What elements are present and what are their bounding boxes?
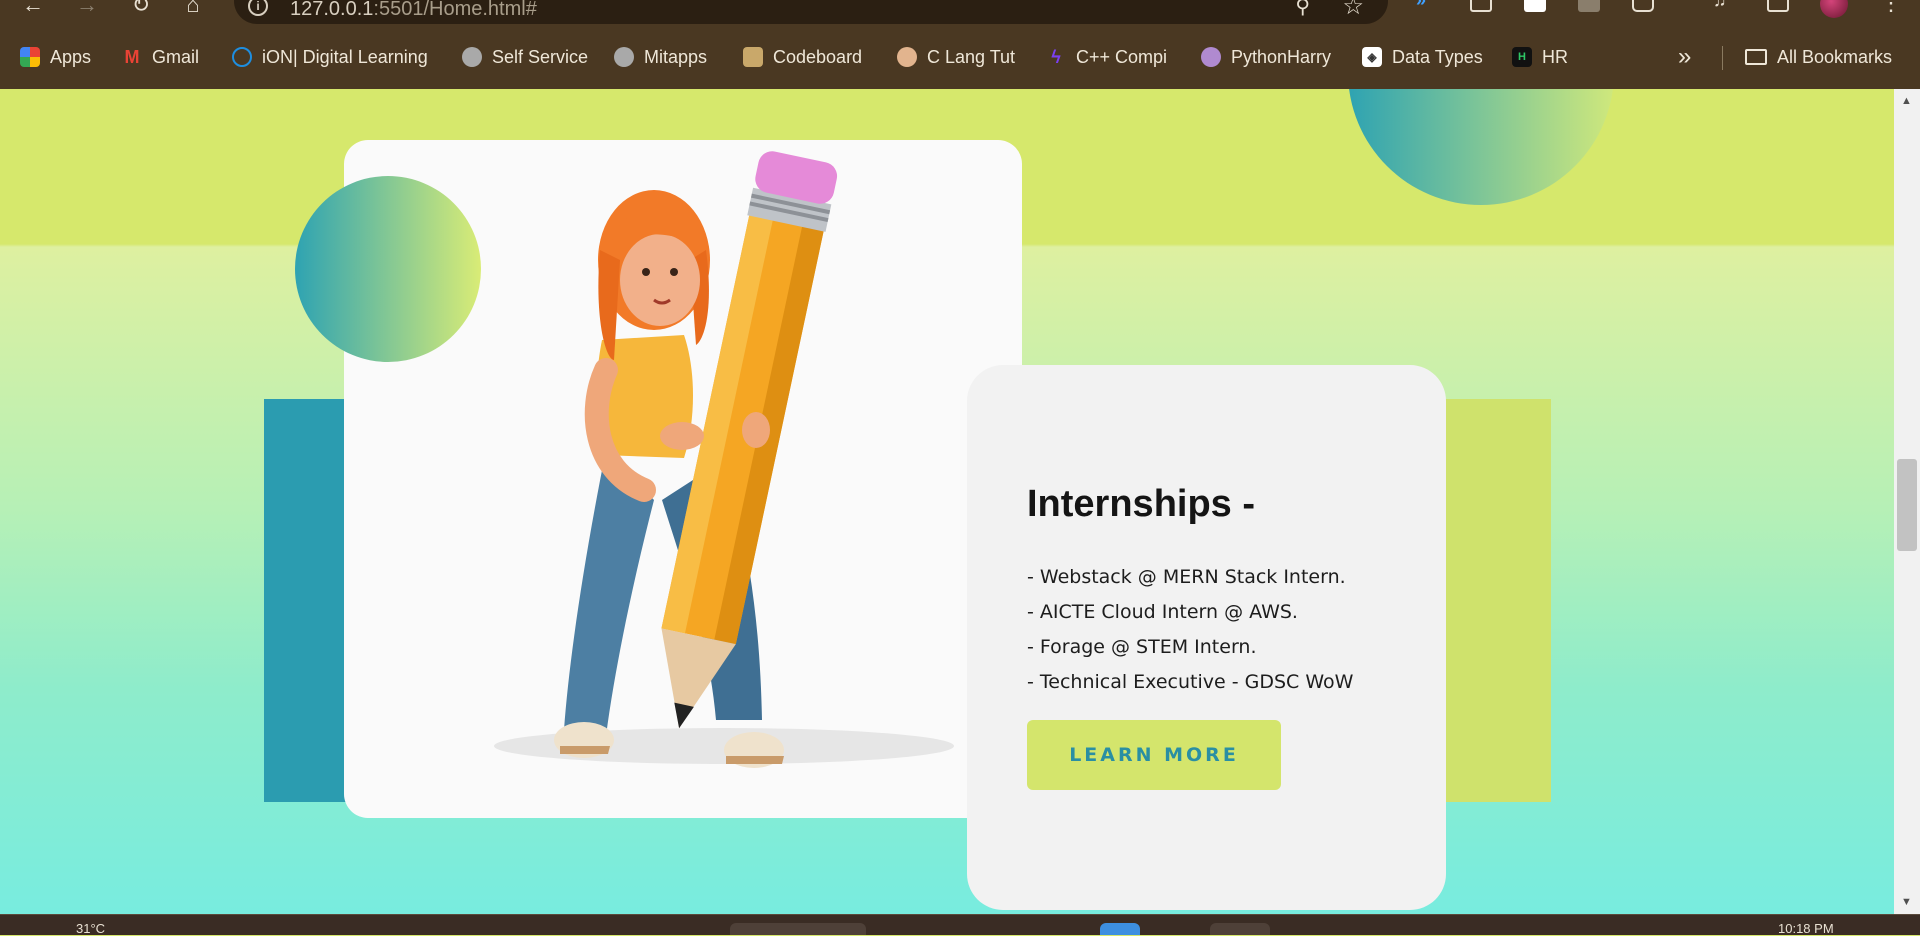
bookmark-data-types[interactable]: ◈ Data Types — [1362, 39, 1483, 75]
reload-icon: ↻ — [131, 0, 151, 17]
bookmarks-bar: Apps M Gmail iON| Digital Learning Self … — [0, 39, 1920, 75]
media-control-icon[interactable]: ♫ — [1713, 0, 1735, 12]
os-taskbar: 31°C 10:18 PM — [0, 914, 1920, 936]
avatar-icon — [897, 47, 917, 67]
bookmark-label: iON| Digital Learning — [262, 46, 428, 67]
address-bar[interactable]: i 127.0.0.1:5501/Home.html# ⚲ ☆ — [234, 0, 1388, 24]
list-item: - Technical Executive - GDSC WoW — [1027, 671, 1354, 693]
url-host: 127.0.0.1 — [290, 0, 374, 20]
vertical-scrollbar[interactable]: ▲ ▼ — [1894, 89, 1920, 914]
learn-more-button[interactable]: LEARN MORE — [1027, 720, 1281, 790]
profile-avatar[interactable] — [1820, 0, 1848, 18]
scroll-down-arrow-icon[interactable]: ▼ — [1901, 896, 1912, 908]
reload-button[interactable]: ↻ — [128, 0, 154, 18]
home-button[interactable]: ⌂ — [180, 0, 206, 18]
bookmark-mitapps[interactable]: Mitapps — [614, 39, 707, 75]
arrow-right-icon: → — [76, 0, 98, 17]
internship-list: - Webstack @ MERN Stack Intern. - AICTE … — [1027, 560, 1353, 700]
webpage-viewport: Internships - - Webstack @ MERN Stack In… — [0, 89, 1894, 914]
bookmark-label: Self Service — [492, 46, 589, 67]
extensions-puzzle-icon[interactable] — [1632, 0, 1654, 12]
taskbar-app-icon[interactable] — [1100, 923, 1140, 935]
side-panel-icon[interactable] — [1767, 0, 1789, 12]
arrow-left-icon: ← — [22, 0, 44, 17]
extension-wave-icon[interactable]: » — [1416, 0, 1438, 12]
extension-grey-icon[interactable] — [1578, 0, 1600, 12]
url-text[interactable]: 127.0.0.1:5501/Home.html# — [290, 0, 537, 21]
apps-grid-icon — [20, 47, 40, 67]
scroll-up-arrow-icon[interactable]: ▲ — [1901, 95, 1912, 107]
diamond-logo-icon: ◈ — [1362, 47, 1382, 67]
taskbar-app-icon[interactable] — [1210, 923, 1270, 935]
internships-card: Internships - - Webstack @ MERN Stack In… — [967, 365, 1446, 910]
navigation-row: ← → ↻ ⌂ i 127.0.0.1:5501/Home.html# ⚲ ☆ … — [0, 0, 1920, 26]
bookmark-label: C++ Compi — [1076, 46, 1168, 67]
more-bookmarks-button[interactable]: » — [1678, 39, 1691, 75]
bookmark-apps[interactable]: Apps — [20, 39, 91, 75]
bookmark-label: Apps — [50, 46, 92, 67]
search-icon[interactable]: ⚲ — [1295, 0, 1310, 19]
list-item: - AICTE Cloud Intern @ AWS. — [1027, 601, 1298, 623]
forward-button[interactable]: → — [74, 0, 100, 18]
url-path: :5501/Home.html# — [373, 0, 537, 20]
bookmark-c-lang-tut[interactable]: C Lang Tut — [897, 39, 1015, 75]
star-icon[interactable]: ☆ — [1342, 0, 1364, 21]
back-button[interactable]: ← — [20, 0, 46, 18]
codeboard-icon — [743, 47, 763, 67]
bookmark-cpp-compiler[interactable]: ϟ C++ Compi — [1046, 39, 1167, 75]
site-info-icon[interactable]: i — [248, 0, 268, 16]
all-bookmarks-label: All Bookmarks — [1777, 46, 1893, 67]
bookmarks-divider — [1722, 46, 1723, 70]
gmail-icon: M — [124, 46, 140, 67]
all-bookmarks-button[interactable]: All Bookmarks — [1745, 39, 1892, 75]
avatar-icon — [1201, 47, 1221, 67]
section-title: Internships - — [1027, 483, 1256, 525]
folder-icon — [1745, 49, 1767, 65]
list-item: - Forage @ STEM Intern. — [1027, 636, 1257, 658]
compiler-logo-icon: ϟ — [1051, 46, 1061, 67]
bookmark-label: Gmail — [152, 46, 200, 67]
hackerrank-icon: H — [1512, 47, 1532, 67]
bookmark-gmail[interactable]: M Gmail — [122, 39, 200, 75]
scrollbar-thumb[interactable] — [1897, 459, 1917, 551]
globe-icon — [462, 47, 482, 67]
taskbar-search-box[interactable] — [730, 923, 866, 935]
browser-toolbar: ← → ↻ ⌂ i 127.0.0.1:5501/Home.html# ⚲ ☆ … — [0, 0, 1920, 89]
globe-icon — [614, 47, 634, 67]
extension-b-icon[interactable] — [1524, 0, 1546, 12]
power-icon — [232, 47, 252, 67]
bookmark-label: C Lang Tut — [927, 46, 1016, 67]
bookmark-self-service[interactable]: Self Service — [462, 39, 588, 75]
list-item: - Webstack @ MERN Stack Intern. — [1027, 566, 1346, 588]
bookmark-hr[interactable]: H HR — [1512, 39, 1568, 75]
decorative-circle-card — [295, 176, 481, 362]
home-icon: ⌂ — [186, 0, 200, 17]
bookmark-pythonharry[interactable]: PythonHarry — [1201, 39, 1331, 75]
bookmark-label: Codeboard — [773, 46, 863, 67]
bookmark-label: HR — [1542, 46, 1568, 67]
extension-box-icon[interactable] — [1470, 0, 1492, 12]
bookmark-label: Data Types — [1392, 46, 1483, 67]
bookmark-label: Mitapps — [644, 46, 708, 67]
bookmark-codeboard[interactable]: Codeboard — [743, 39, 862, 75]
bookmark-label: PythonHarry — [1231, 46, 1332, 67]
menu-kebab-icon[interactable]: ⋮ — [1880, 0, 1902, 16]
bookmark-ion[interactable]: iON| Digital Learning — [232, 39, 428, 75]
